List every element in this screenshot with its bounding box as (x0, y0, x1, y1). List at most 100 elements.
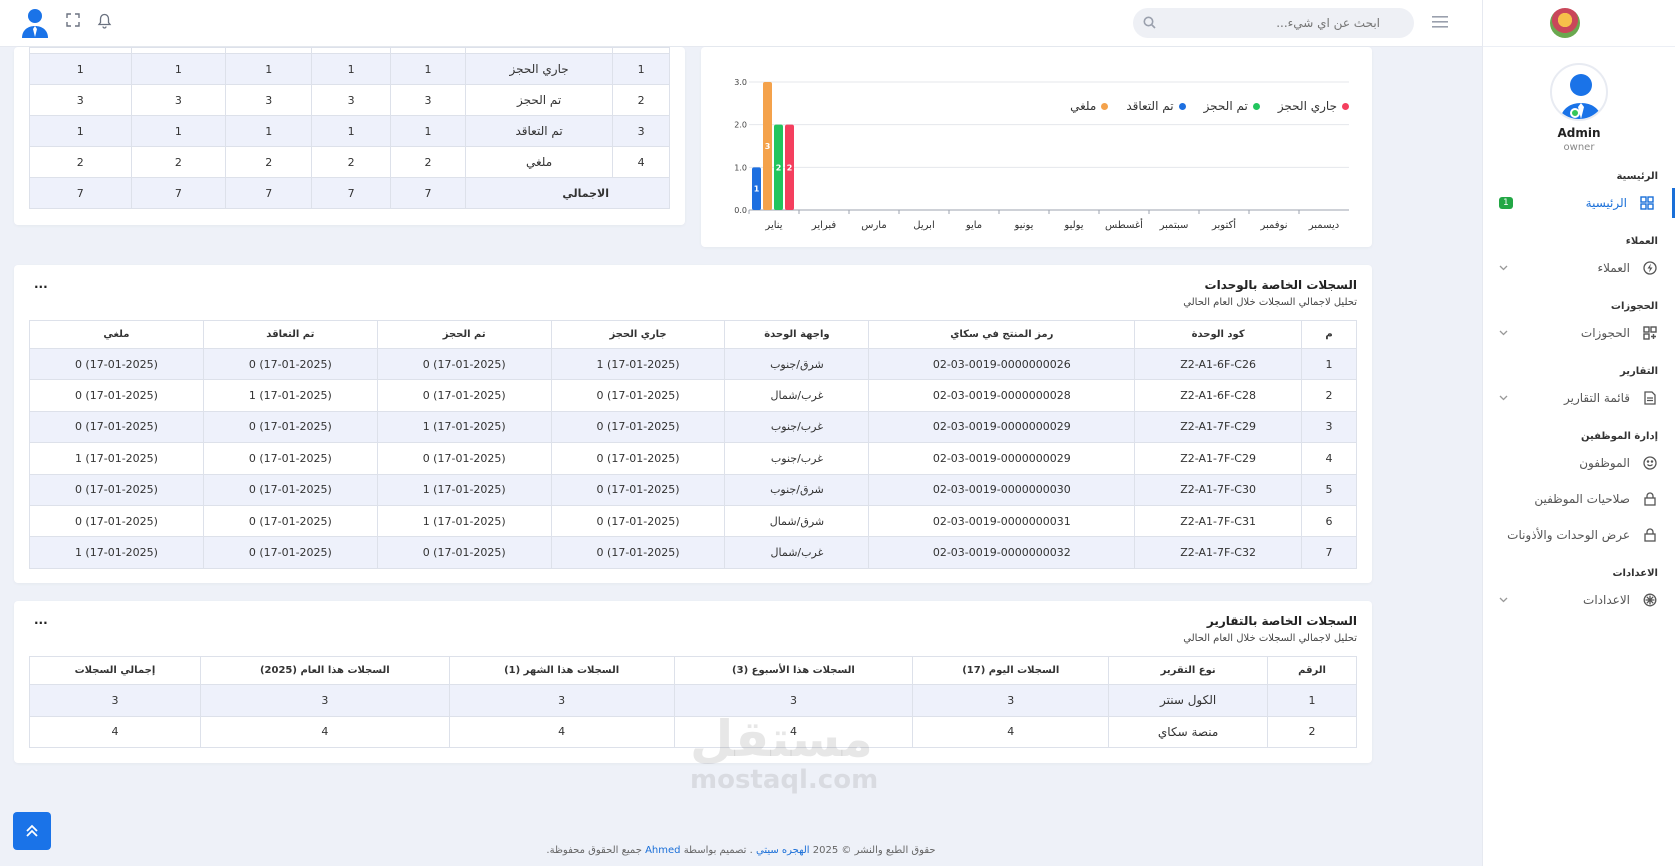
watermark-logo: مستقل (690, 710, 873, 768)
table-cell: 0 (17-01-2025) (29, 410, 204, 444)
table-cell: 3 (225, 84, 313, 116)
table-row: 2 تم الحجز 3 3 3 3 3 (29, 84, 670, 116)
table-cell: 5 (1301, 473, 1357, 506)
sidebar-item[interactable]: الرئيسية 1 (1483, 188, 1675, 218)
lock-icon (1642, 491, 1658, 507)
table-cell: 2 (130, 146, 227, 178)
table-cell: 1 (29, 53, 132, 85)
sidebar: Admin owner الرئيسية الرئيسية 1 العملاء العم… (1482, 0, 1675, 866)
watermark-url: mostaql.com (690, 765, 879, 795)
column-header[interactable]: جاري الحجز (550, 320, 726, 349)
table-cell: 1 (130, 115, 227, 147)
column-header[interactable]: السجلات اليوم (17) (912, 656, 1110, 685)
table-cell: 1 (17-01-2025) (550, 347, 726, 381)
table-cell: 3 (29, 84, 132, 116)
user-avatar[interactable] (20, 7, 50, 39)
column-header[interactable]: تم التعاقد (202, 320, 378, 349)
table-cell: 7 (389, 177, 467, 209)
sidebar-item[interactable]: الحجوزات (1483, 318, 1675, 348)
fullscreen-icon[interactable] (66, 13, 80, 31)
y-tick-label: 2.0 (734, 121, 747, 130)
sidebar-item[interactable]: العملاء (1483, 253, 1675, 283)
sidebar-section-title: العملاء (1625, 236, 1658, 247)
table-cell: غرب/شمال (724, 379, 870, 412)
chevron-down-icon[interactable] (1499, 263, 1508, 274)
table-cell: 4 (29, 715, 201, 748)
column-header[interactable]: واجهة الوحدة (724, 320, 870, 349)
chevron-down-icon[interactable] (1499, 393, 1508, 404)
table-cell: 1 (17-01-2025) (29, 442, 204, 475)
bell-icon[interactable] (97, 13, 112, 33)
units-card-subtitle: تحليل لاجمالي السجلات خلال العام الحالي (1183, 297, 1357, 308)
table-cell: Z2-A1-7F-C30 (1134, 473, 1303, 506)
table-cell: 1 (1267, 684, 1357, 717)
profile-avatar[interactable] (1550, 63, 1608, 121)
sidebar-item[interactable]: الموظفون (1483, 448, 1675, 478)
search-input[interactable] (1174, 8, 1414, 38)
table-cell: 3 (612, 115, 670, 147)
logo[interactable] (1550, 8, 1580, 38)
sidebar-item[interactable]: الاعدادات (1483, 585, 1675, 615)
footer-brand-link[interactable]: الهجره سيتي (756, 845, 810, 856)
bar-value-label: 2 (776, 163, 782, 172)
reports-card-subtitle: تحليل لاجمالي السجلات خلال العام الحالي (1183, 633, 1357, 644)
table-cell: Z2-A1-6F-C28 (1134, 379, 1303, 412)
table-cell: 3 (130, 84, 227, 116)
table-cell: 0 (17-01-2025) (202, 442, 378, 475)
table-cell: 6 (1301, 504, 1357, 538)
search-box[interactable] (1133, 8, 1414, 38)
column-header[interactable]: نوع التقرير (1108, 656, 1269, 685)
document-icon (1642, 390, 1658, 406)
sidebar-item[interactable]: عرض الوحدات والأذونات (1483, 520, 1675, 550)
sidebar-item-label: الاعدادات (1583, 593, 1630, 607)
table-row: الاجمالي 7 7 7 7 7 (29, 177, 670, 209)
x-tick-label: ابريل (913, 220, 934, 231)
column-header[interactable]: السجلات هذا الشهر (1) (448, 656, 675, 685)
sidebar-nav: الرئيسية الرئيسية 1 العملاء العملاء الحجوزات ا… (1483, 171, 1675, 615)
table-cell: جاري الحجز (465, 53, 614, 85)
column-header[interactable]: ملغي (29, 320, 204, 349)
table-cell: 7 (311, 177, 391, 209)
table-cell: 0 (17-01-2025) (29, 347, 204, 381)
column-header[interactable]: م (1301, 320, 1357, 349)
table-cell: 3 (448, 684, 675, 717)
chevron-down-icon[interactable] (1499, 595, 1508, 606)
table-cell: غرب/شمال (724, 536, 870, 569)
sidebar-item[interactable]: صلاحيات الموظفين (1483, 484, 1675, 514)
table-row: 2 Z2-A1-6F-C28 02-03-0019-0000000028 غرب/شم… (29, 379, 1357, 412)
table-cell: 1 (612, 53, 670, 85)
table-cell: Z2-A1-7F-C29 (1134, 410, 1303, 444)
table-cell: 0 (17-01-2025) (550, 473, 726, 506)
table-cell: Z2-A1-7F-C29 (1134, 442, 1303, 475)
table-cell: 4 (199, 715, 450, 748)
column-header[interactable]: السجلات هذا الأسبوع (3) (673, 656, 914, 685)
reports-card-more-button[interactable]: ... (34, 613, 48, 627)
table-cell: Z2-A1-6F-C26 (1134, 347, 1303, 381)
footer-author-link[interactable]: Ahmed (645, 845, 680, 856)
sidebar-item-label: صلاحيات الموظفين (1534, 492, 1630, 506)
bar-chart: 0.0 1.0 2.0 3.0 يناير فبراير مارس ابريل مايو يوني… (734, 78, 1349, 231)
column-header[interactable]: تم الحجز (376, 320, 552, 349)
column-header[interactable]: إجمالي السجلات (29, 656, 201, 685)
x-tick-label: أغسطس (1105, 218, 1143, 231)
grid-plus-icon (1642, 325, 1658, 341)
profile-role: owner (1563, 142, 1595, 153)
table-cell: تم التعاقد (465, 115, 614, 147)
column-header[interactable]: السجلات هذا العام (2025) (199, 656, 450, 685)
units-card-more-button[interactable]: ... (34, 277, 48, 291)
table-cell: 0 (17-01-2025) (376, 536, 552, 569)
table-cell: تم الحجز (465, 84, 614, 116)
table-cell: 0 (17-01-2025) (550, 504, 726, 538)
hamburger-icon[interactable] (1432, 14, 1450, 32)
x-tick-label: يوليو (1063, 220, 1083, 231)
chevron-down-icon[interactable] (1499, 328, 1508, 339)
column-header[interactable]: رمز المنتج في سكاي (868, 320, 1136, 349)
x-tick-label: مارس (861, 220, 886, 231)
search-icon[interactable] (1143, 16, 1156, 32)
online-status-dot (1570, 108, 1580, 118)
column-header[interactable]: الرقم (1267, 656, 1357, 685)
units-card-title: السجلات الخاصة بالوحدات (1204, 278, 1357, 292)
column-header[interactable]: كود الوحدة (1134, 320, 1303, 349)
table-row: 3 Z2-A1-7F-C29 02-03-0019-0000000029 غرب/جن… (29, 410, 1357, 444)
sidebar-item[interactable]: قائمة التقارير (1483, 383, 1675, 413)
